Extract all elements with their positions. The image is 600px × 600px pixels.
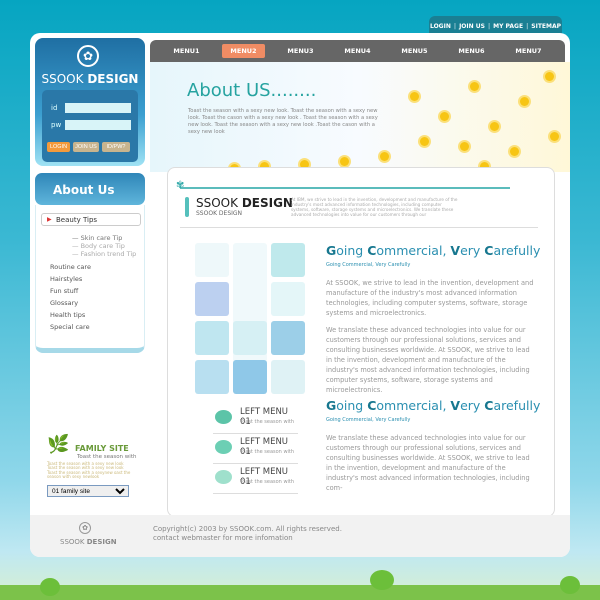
family-title: FAMILY SITE: [75, 444, 129, 453]
left-menu-item[interactable]: LEFT MENU 01 Toast the season with: [213, 404, 298, 434]
id-label: id: [51, 104, 58, 112]
tree-icon: [215, 440, 232, 454]
nav-menu1[interactable]: MENU1: [165, 44, 207, 58]
family-desc: Toast the season with a sexy new look To…: [47, 461, 131, 479]
sub-item-skin-care[interactable]: — Skin care Tip: [72, 234, 122, 242]
section-paragraph: At SSOOK, we strive to lead in the inven…: [326, 279, 534, 317]
hero-title: About US........: [187, 80, 317, 101]
sidebar-item-routine[interactable]: Routine care: [50, 263, 91, 271]
contact-text: contact webmaster for more infomation: [153, 534, 293, 542]
pw-input[interactable]: [65, 120, 131, 130]
tree-icon: [215, 410, 232, 424]
plant-icon: 🌿: [47, 434, 70, 455]
tile: [271, 360, 305, 394]
divider: [180, 227, 538, 228]
section-paragraph: We translate these advanced technologies…: [326, 326, 530, 394]
sidebar-item-health[interactable]: Health tips: [50, 311, 85, 319]
footer-logo: SSOOK DESIGN: [60, 538, 117, 546]
sidebar-title: About Us: [35, 173, 145, 205]
tile: [195, 243, 229, 277]
tile: [271, 321, 305, 355]
nav-menu6[interactable]: MENU6: [450, 44, 492, 58]
sprig-icon: ✾: [176, 180, 185, 191]
grass-decoration: [0, 585, 600, 600]
card-brand-sub: SSOOK DESIGN: [196, 210, 243, 217]
nav-menu2[interactable]: MENU2: [222, 44, 265, 58]
login-button[interactable]: LOGIN: [47, 142, 70, 152]
tile: [195, 282, 229, 316]
sidebar-item-glossary[interactable]: Glossary: [50, 299, 78, 307]
copyright: Copyright(c) 2003 by SSOOK.com. All righ…: [153, 525, 342, 533]
left-menu-sub: Toast the season with: [240, 479, 295, 485]
brand-bar: [185, 197, 189, 217]
section-heading: Going Commercial, Very Carefully: [326, 243, 541, 258]
hero-desc: Toast the season with a sexy new look. T…: [188, 108, 378, 135]
butterfly-icon: ✿: [77, 45, 99, 67]
divider: [180, 187, 510, 189]
nav-menu7[interactable]: MENU7: [507, 44, 549, 58]
main-nav: MENU1 MENU2 MENU3 MENU4 MENU5 MENU6 MENU…: [150, 40, 565, 62]
tree-icon: [215, 470, 232, 484]
sidebar-menu: Beauty Tips — Skin care Tip — Body care …: [35, 205, 145, 353]
nav-menu4[interactable]: MENU4: [336, 44, 378, 58]
left-menu-sub: Toast the season with: [240, 449, 295, 455]
tile: [195, 321, 229, 355]
tree-icon: [370, 570, 394, 590]
nav-menu3[interactable]: MENU3: [279, 44, 321, 58]
logo-text[interactable]: SSOOK DESIGN: [35, 72, 145, 86]
section-subheading: Going Commercial, Very Carefully: [326, 262, 411, 268]
sidebar-item-hairstyles[interactable]: Hairstyles: [50, 275, 82, 283]
nav-menu5[interactable]: MENU5: [393, 44, 435, 58]
card-brand: SSOOK DESIGN: [196, 196, 293, 210]
sitemap-link[interactable]: SITEMAP: [531, 23, 561, 30]
family-site-select[interactable]: 01 family site: [47, 485, 129, 497]
section-paragraph: We translate these advanced technologies…: [326, 434, 530, 492]
left-menu-sub: Toast the season with: [240, 419, 295, 425]
footer: ✿ SSOOK DESIGN Copyright(c) 2003 by SSOO…: [30, 515, 570, 557]
left-menu-item[interactable]: LEFT MENU 01 Toast the season with: [213, 434, 298, 464]
join-button[interactable]: JOIN US: [73, 142, 99, 152]
tile: [271, 282, 305, 316]
sub-item-body-care[interactable]: — Body care Tip: [72, 242, 125, 250]
tree-icon: [40, 578, 60, 596]
hero-banner: About US........ Toast the season with a…: [150, 62, 570, 172]
find-idpw-button[interactable]: ID/PW?: [102, 142, 130, 152]
tree-icon: [560, 576, 580, 594]
tile: [271, 243, 305, 277]
sidebar-item-fun[interactable]: Fun stuff: [50, 287, 78, 295]
tile: [195, 360, 229, 394]
content-card: ✾ SSOOK DESIGN SSOOK DESIGN At IBM, we s…: [167, 167, 555, 517]
logo-panel: ✿ SSOOK DESIGN id pw LOGIN JOIN US ID/PW…: [35, 38, 145, 166]
card-intro: At IBM, we strive to lead in the inventi…: [291, 197, 458, 217]
id-input[interactable]: [65, 103, 131, 113]
tile: [233, 360, 267, 394]
section-heading: Going Commercial, Very Carefully: [326, 398, 541, 413]
join-link[interactable]: JOIN US: [459, 23, 485, 30]
left-menu-item[interactable]: LEFT MENU 01 Toast the season with: [213, 464, 298, 494]
login-link[interactable]: LOGIN: [430, 23, 451, 30]
section-subheading: Going Commercial, Very Carefully: [326, 417, 411, 423]
butterfly-icon: ✿: [79, 522, 91, 534]
family-subtitle: Toast the season with: [77, 454, 137, 460]
pw-label: pw: [51, 121, 62, 129]
login-form: id pw LOGIN JOIN US ID/PW?: [42, 90, 138, 162]
sidebar-item-special[interactable]: Special care: [50, 323, 90, 331]
tile: [233, 321, 267, 355]
sub-item-fashion[interactable]: — Fashion trend Tip: [72, 250, 136, 258]
sidebar-item-beauty-tips[interactable]: Beauty Tips: [41, 213, 141, 226]
mypage-link[interactable]: MY PAGE: [493, 23, 523, 30]
